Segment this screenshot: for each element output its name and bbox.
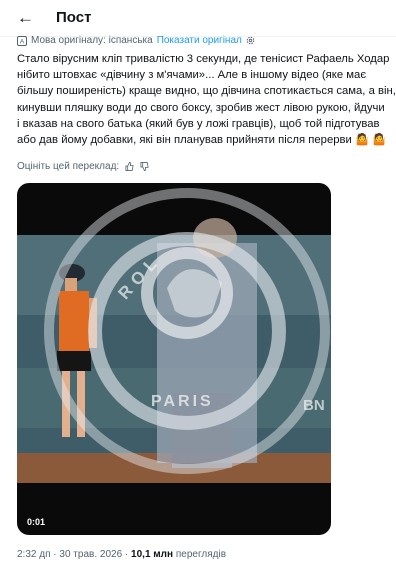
video-frame (17, 188, 331, 483)
tweet-line: кинувши пляшку води до свого боксу, зроб… (17, 101, 385, 114)
gear-icon[interactable] (246, 36, 255, 45)
translation-info: A Мова оригіналу: іспанська Показати ори… (17, 35, 255, 46)
tweet-line: більшу поширеність) краще видно, що дівч… (17, 85, 396, 98)
video-player[interactable]: ROL PARIS BN 0:01 (17, 183, 331, 535)
rate-translation-label: Оцініть цей переклад: (17, 161, 120, 172)
shrug-emoji: 🤷 🤷 (354, 134, 387, 147)
watermark-partner: BN (303, 397, 325, 414)
post-date[interactable]: 30 трав. 2026 (59, 549, 122, 560)
meta-separator: · (53, 549, 57, 560)
meta-separator: · (124, 549, 129, 560)
video-timestamp: 0:01 (27, 517, 46, 527)
views-label: переглядів (175, 549, 227, 560)
tweet-line: або дав йому добавки, які він планував п… (17, 132, 396, 148)
tweet-line: Стало вірусним кліп тривалістю 3 секунди… (17, 53, 390, 65)
page-title: Пост (56, 9, 92, 26)
back-arrow-icon[interactable]: ← (17, 9, 34, 26)
rate-translation: Оцініть цей переклад: (17, 161, 149, 172)
original-language-label: Мова оригіналу: іспанська (31, 35, 153, 46)
tweet-line: і вказав на свого батька (який був у лож… (17, 117, 380, 130)
translate-icon: A (17, 35, 27, 46)
watermark-city: PARIS (151, 393, 214, 410)
post-time[interactable]: 2:32 дп (17, 549, 51, 560)
tweet-line-text: або дав йому добавки, які він планував п… (17, 134, 352, 147)
tweet-text: Стало вірусним кліп тривалістю 3 секунди… (17, 51, 396, 148)
show-original-link[interactable]: Показати оригінал (157, 35, 242, 46)
thumbs-down-icon[interactable] (140, 162, 149, 171)
svg-text:A: A (20, 38, 25, 45)
tweet-line: нібито штовхає «дівчину з м'ячами»... Ал… (17, 69, 367, 82)
page-header: ← Пост (0, 0, 396, 36)
views-count: 10,1 млн (131, 549, 174, 560)
thumbs-up-icon[interactable] (125, 162, 134, 171)
post-meta: 2:32 дп · 30 трав. 2026 · 10,1 млн перег… (17, 549, 226, 560)
